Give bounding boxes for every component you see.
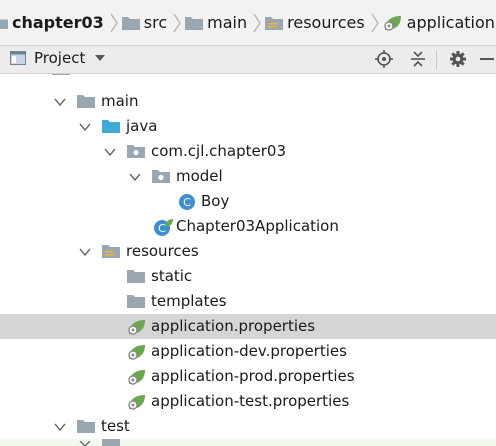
folder-icon (77, 93, 95, 111)
tree-row-application-dev-properties[interactable]: application-dev.properties (0, 339, 496, 364)
tree-row-src[interactable]: src (0, 74, 496, 83)
spring-boot-class-icon: C (153, 218, 173, 236)
folder-icon (52, 74, 70, 78)
chevron-down-icon[interactable] (54, 96, 66, 108)
folder-icon (127, 268, 145, 286)
chevron-down-icon[interactable] (79, 246, 91, 258)
breadcrumb: chapter03 src main resources application… (0, 0, 496, 46)
tree-row-label: application-prod.properties (151, 367, 355, 385)
tree-row-package-model[interactable]: model (0, 164, 496, 189)
package-icon (152, 168, 170, 186)
tree-row-label: templates (151, 292, 227, 310)
tree-row-label: application.properties (151, 317, 316, 335)
tree-row-label: src (75, 74, 97, 78)
tree-row-test[interactable]: test (0, 414, 496, 439)
chevron-down-icon[interactable] (129, 171, 141, 183)
locate-icon[interactable] (374, 49, 394, 69)
chevron-down-icon[interactable] (104, 146, 116, 158)
divider (436, 51, 438, 69)
tree-row-application-properties[interactable]: application.properties (0, 314, 496, 339)
breadcrumb-item-src[interactable]: src (121, 0, 168, 45)
gear-icon[interactable] (448, 49, 468, 69)
svg-text:C: C (158, 222, 166, 235)
tree-row-label: model (176, 167, 223, 185)
tree-row-label: Chapter03Application (176, 217, 339, 235)
collapse-all-icon[interactable] (408, 49, 428, 69)
project-tree: src main java com.cjl.chapter03 (0, 74, 496, 446)
resources-folder-icon (265, 15, 284, 31)
breadcrumb-label: main (207, 13, 248, 32)
tree-row-java[interactable]: java (0, 114, 496, 139)
spring-properties-icon (383, 14, 403, 32)
chevron-down-icon[interactable] (79, 121, 91, 133)
spring-properties-icon (127, 343, 145, 361)
toolwindow-actions (366, 49, 496, 71)
tree-row-application-test-properties[interactable]: application-test.properties (0, 389, 496, 414)
tree-row-label: Boy (201, 192, 230, 210)
folder-icon (185, 15, 204, 31)
breadcrumb-item-resources[interactable]: resources (265, 0, 365, 45)
project-window-icon (10, 51, 26, 65)
spring-properties-icon (127, 393, 145, 411)
breadcrumb-label: application.prope (406, 13, 496, 32)
breadcrumb-item-main[interactable]: main (185, 0, 247, 45)
tree-row-label: application-dev.properties (151, 342, 347, 360)
folder-icon (121, 15, 140, 31)
folder-icon (127, 293, 145, 311)
breadcrumb-label: chapter03 (12, 13, 104, 32)
toolwindow-title: Project (34, 49, 86, 67)
class-icon: C (178, 193, 196, 211)
tree-row-class-chapter03application[interactable]: C Chapter03Application (0, 214, 496, 239)
svg-text:C: C (183, 196, 191, 209)
breadcrumb-item-chapter03[interactable]: chapter03 (0, 0, 104, 45)
chevron-down-icon[interactable] (30, 74, 42, 75)
chevron-right-icon (109, 12, 119, 34)
tree-row-label: com.cjl.chapter03 (151, 142, 286, 160)
breadcrumb-label: src (143, 13, 168, 32)
folder-icon (0, 16, 8, 30)
tree-row-partial (0, 439, 496, 446)
breadcrumb-item-application-properties[interactable]: application.prope (383, 0, 496, 45)
tree-row-label: application-test.properties (151, 392, 350, 410)
source-folder-icon (102, 118, 120, 136)
project-view-selector[interactable]: Project (10, 49, 106, 67)
spring-properties-icon (127, 318, 145, 336)
tree-row-label: main (101, 92, 139, 110)
project-toolwindow-header: Project (0, 46, 496, 74)
breadcrumb-label: resources (287, 13, 365, 32)
tree-row-static[interactable]: static (0, 264, 496, 289)
resources-folder-icon (102, 243, 120, 261)
tree-row-package-com-cjl-chapter03[interactable]: com.cjl.chapter03 (0, 139, 496, 164)
tree-row-label: static (151, 267, 193, 285)
chevron-right-icon (370, 12, 380, 34)
tree-row-label: java (126, 117, 158, 135)
package-icon (127, 143, 145, 161)
tree-row-resources[interactable]: resources (0, 239, 496, 264)
folder-icon (102, 439, 120, 446)
tree-row-templates[interactable]: templates (0, 289, 496, 314)
spring-properties-icon (127, 368, 145, 386)
chevron-right-icon (252, 12, 262, 34)
chevron-down-icon[interactable] (54, 421, 66, 433)
chevron-right-icon (172, 12, 182, 34)
hide-icon[interactable] (480, 49, 494, 69)
tree-row-label: resources (126, 242, 199, 260)
tree-row-class-boy[interactable]: C Boy (0, 189, 496, 214)
tree-row-main[interactable]: main (0, 89, 496, 114)
tree-row-application-prod-properties[interactable]: application-prod.properties (0, 364, 496, 389)
tree-row-label: test (101, 417, 130, 435)
chevron-down-icon (79, 441, 91, 446)
folder-icon (77, 418, 95, 436)
chevron-down-icon (95, 55, 106, 61)
